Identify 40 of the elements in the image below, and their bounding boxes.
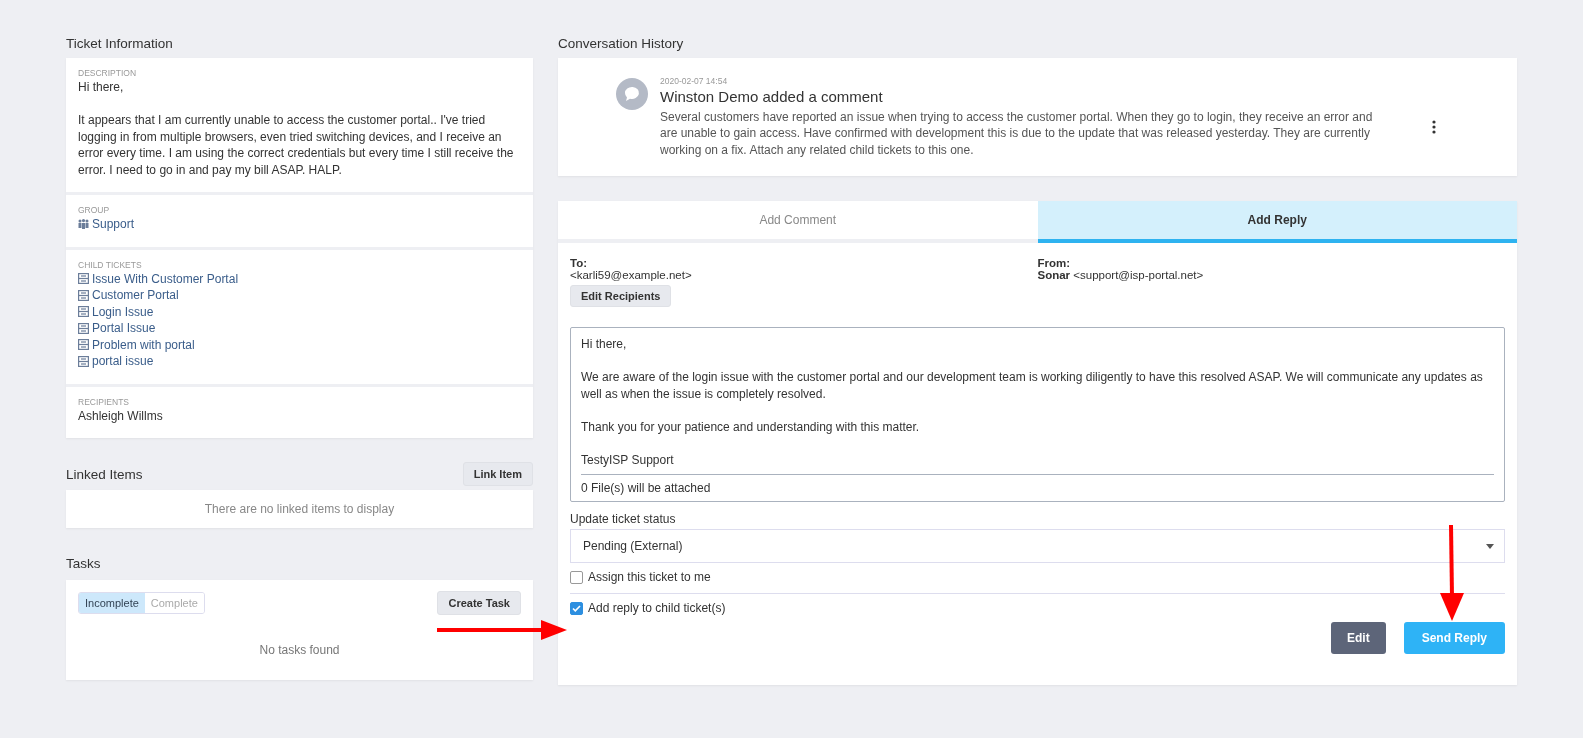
child-ticket-link[interactable]: Problem with portal xyxy=(92,336,195,353)
to-label: To: xyxy=(570,257,588,269)
child-ticket-link[interactable]: Login Issue xyxy=(92,303,154,320)
child-ticket-link[interactable]: portal issue xyxy=(92,353,154,370)
empty-message: There are no linked items to display xyxy=(204,502,395,516)
link-item-button[interactable]: Link Item xyxy=(462,462,533,486)
field-label: DESCRIPTION xyxy=(78,68,138,78)
field-label: RECIPIENTS xyxy=(78,396,130,407)
description-text: Hi there, It appears that I am currently unable to access the customer portal.. I've tried logging in from multiple browsers, even tried switching devices, and I receive an error every time. I am using the correct credentials but every time I still receive the error. I need to go in and pay my bill ASAP. HALP. xyxy=(78,79,515,178)
create-task-button[interactable]: Create Task xyxy=(437,591,521,615)
recipient-email: <karli59@example.net> xyxy=(570,269,692,281)
section-title: Conversation History xyxy=(558,35,684,51)
child-ticket-link[interactable]: Customer Portal xyxy=(92,287,179,304)
comment-heading: Winston Demo added a comment xyxy=(660,87,884,105)
status-label: Update ticket status xyxy=(570,512,677,526)
sender-name: Sonar xyxy=(1037,269,1071,281)
edit-recipients-button[interactable]: Edit Recipients xyxy=(570,285,672,307)
task-filter-tab[interactable]: Incomplete xyxy=(79,593,145,613)
empty-message: No tasks found xyxy=(258,643,341,657)
checkbox-label: Assign this ticket to me xyxy=(588,570,711,584)
reply-tab[interactable]: Add Reply xyxy=(1037,201,1517,243)
recipient-name: Ashleigh Willms xyxy=(78,407,164,424)
field-label: GROUP xyxy=(78,205,111,215)
group-link[interactable]: Support xyxy=(92,216,135,233)
comment-text: Several customers have reported an issue when trying to access the customer portal. When they go to login, they receive an error and are unable to gain access. Have confirmed with development this is due to the update that was released yesterday. They are currently working on a fix. Attach any related child tickets to this one. xyxy=(660,108,1374,159)
status-dropdown[interactable]: Pending (External) xyxy=(570,529,1505,563)
section-title: Ticket Information xyxy=(66,35,173,51)
section-title: Linked Items xyxy=(66,466,143,482)
reply-tab[interactable]: Add Comment xyxy=(558,201,1038,243)
child-ticket-link[interactable]: Issue With Customer Portal xyxy=(92,270,239,287)
message-text: Hi there, We are aware of the login issue with the customer portal and our development team is working diligently to have this resolved ASAP. We will communicate any updates as well as when the issue is completely resolved. Thank you for your patience and understanding with this matter. TestyISP Support xyxy=(581,336,1484,469)
attachment-count: 0 File(s) will be attached xyxy=(581,474,1494,501)
comment-timestamp: 2020-02-07 14:54 xyxy=(660,75,729,86)
section-title: Tasks xyxy=(66,555,101,571)
field-label: CHILD TICKETS xyxy=(78,259,143,270)
child-ticket-link[interactable]: Portal Issue xyxy=(92,320,156,337)
sender-email: <support@isp-portal.net> xyxy=(1073,269,1204,281)
checkbox-label: Add reply to child ticket(s) xyxy=(588,601,726,615)
edit-button[interactable]: Edit xyxy=(1330,622,1386,654)
from-label: From: xyxy=(1037,257,1071,269)
